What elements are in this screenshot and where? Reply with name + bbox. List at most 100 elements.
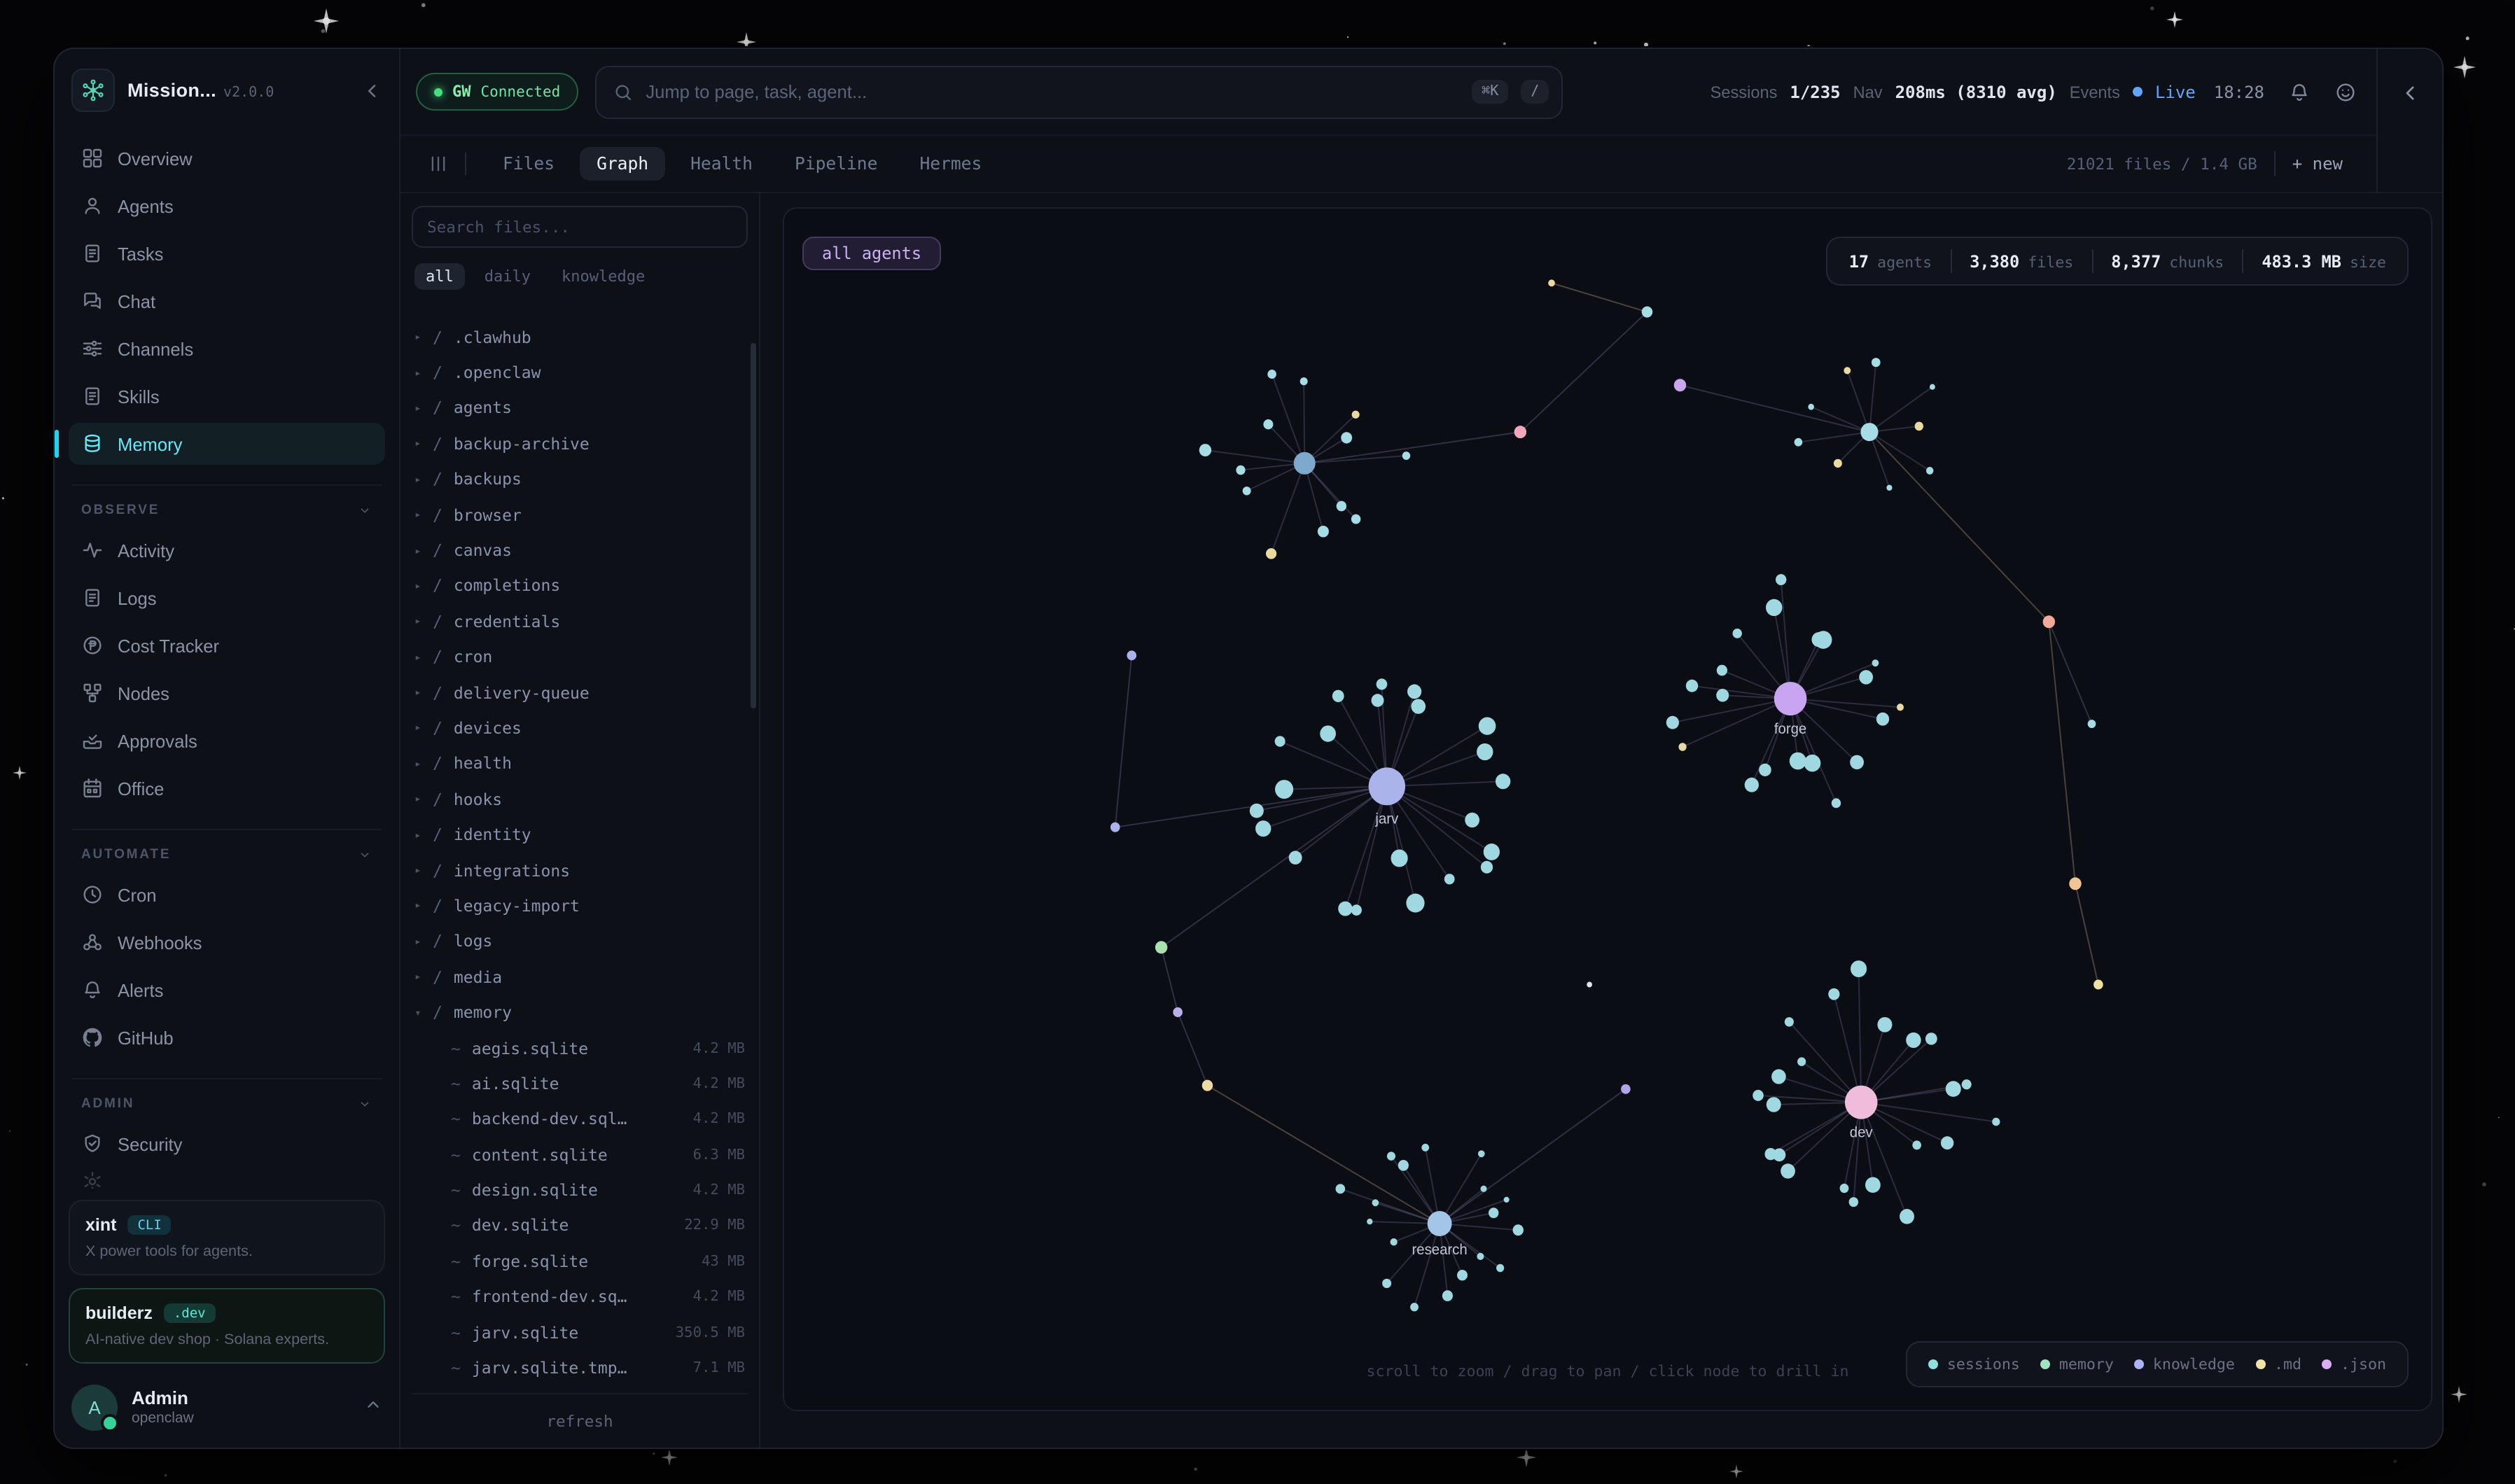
sidebar-item-skills[interactable]: Skills <box>69 375 385 417</box>
notifications-bell-button[interactable] <box>2288 80 2311 103</box>
tab-hermes[interactable]: Hermes <box>903 147 998 181</box>
gateway-status-badge[interactable]: GW Connected <box>416 73 578 111</box>
tree-file-aegis-sqlite[interactable]: ~aegis.sqlite4.2 MB <box>414 1030 745 1066</box>
tree-file-ai-sqlite[interactable]: ~ai.sqlite4.2 MB <box>414 1065 745 1101</box>
sidebar-item-cron[interactable]: Cron <box>69 874 385 916</box>
sidebar-item-security[interactable]: Security <box>69 1123 385 1165</box>
graph-node[interactable] <box>1127 650 1136 660</box>
tree-dir-backup-archive[interactable]: ▸/backup-archive <box>414 426 745 461</box>
file-name: frontend-dev.sq… <box>472 1287 627 1306</box>
tree-file-forge-sqlite[interactable]: ~forge.sqlite43 MB <box>414 1243 745 1279</box>
sidebar-item-tasks[interactable]: Tasks <box>69 232 385 274</box>
sidebar-item-label: Security <box>118 1133 182 1154</box>
tab-graph[interactable]: Graph <box>580 147 665 181</box>
graph-node[interactable] <box>1173 1007 1183 1017</box>
graph-node[interactable] <box>1514 426 1526 438</box>
sidebar-section-automate[interactable]: AUTOMATE <box>71 829 382 862</box>
graph-node[interactable] <box>1587 982 1592 988</box>
tree-dir-credentials[interactable]: ▸/credentials <box>414 603 745 639</box>
tree-dir-clawhub[interactable]: ▸/.clawhub <box>414 319 745 355</box>
tree-dir-media[interactable]: ▸/media <box>414 959 745 995</box>
graph-canvas[interactable]: jarvforgedevresearch all agents 17agents… <box>783 207 2432 1411</box>
graph-node[interactable] <box>1548 279 1555 286</box>
sidebar-item-chat[interactable]: Chat <box>69 280 385 322</box>
tree-dir-cron[interactable]: ▸/cron <box>414 639 745 675</box>
tree-file-frontend-dev-sq[interactable]: ~frontend-dev.sq…4.2 MB <box>414 1279 745 1315</box>
graph-hub-research[interactable] <box>1428 1211 1452 1236</box>
sidebar-item-webhooks[interactable]: Webhooks <box>69 921 385 963</box>
tab-pipeline[interactable]: Pipeline <box>778 147 894 181</box>
filetree-search-input[interactable]: Search files... <box>412 206 748 248</box>
graph-node[interactable] <box>2043 615 2055 628</box>
new-button[interactable]: + new <box>2292 154 2343 174</box>
graph-hub-forge[interactable] <box>1774 682 1807 715</box>
filter-chip-daily[interactable]: daily <box>473 263 542 290</box>
tree-dir-memory[interactable]: ▾/memory <box>414 995 745 1030</box>
graph-node[interactable] <box>1202 1080 1213 1091</box>
feedback-smiley-button[interactable] <box>2334 80 2357 103</box>
sidebar-item-approvals[interactable]: Approvals <box>69 720 385 762</box>
sidebar-section-admin[interactable]: ADMIN <box>71 1078 382 1112</box>
sidebar-item-memory[interactable]: Memory <box>69 423 385 465</box>
promo-card-builderz[interactable]: builderz .dev AI-native dev shop · Solan… <box>69 1288 385 1364</box>
tree-file-backend-dev-sql[interactable]: ~backend-dev.sql…4.2 MB <box>414 1101 745 1137</box>
tree-file-design-sqlite[interactable]: ~design.sqlite4.2 MB <box>414 1172 745 1208</box>
tree-dir-browser[interactable]: ▸/browser <box>414 497 745 533</box>
filter-chip-knowledge[interactable]: knowledge <box>550 263 656 290</box>
tree-dir-identity[interactable]: ▸/identity <box>414 817 745 853</box>
graph-hub-cluster[interactable] <box>1294 452 1316 475</box>
tree-dir-integrations[interactable]: ▸/integrations <box>414 853 745 888</box>
agents-filter-chip[interactable]: all agents <box>802 237 941 270</box>
sidebar-collapse-button[interactable] <box>363 80 382 100</box>
tree-dir-logs[interactable]: ▸/logs <box>414 923 745 959</box>
filetree-scrollbar[interactable] <box>751 343 756 708</box>
tree-file-jarv-sqlite-tmp[interactable]: ~jarv.sqlite.tmp…7.1 MB <box>414 1350 745 1386</box>
tree-dir-backups[interactable]: ▸/backups <box>414 461 745 497</box>
graph-node[interactable] <box>1674 379 1686 391</box>
graph-node[interactable] <box>1642 307 1653 318</box>
graph-node[interactable] <box>2069 877 2081 890</box>
tree-dir-legacy-import[interactable]: ▸/legacy-import <box>414 888 745 924</box>
tree-dir-health[interactable]: ▸/health <box>414 746 745 781</box>
sidebar-item-github[interactable]: GitHub <box>69 1016 385 1058</box>
agent-graph[interactable]: jarvforgedevresearch <box>784 209 2431 1410</box>
sidebar-item-office[interactable]: Office <box>69 767 385 809</box>
graph-node[interactable] <box>1110 822 1120 832</box>
tab-files[interactable]: Files <box>486 147 571 181</box>
sidebar-item-alerts[interactable]: Alerts <box>69 969 385 1011</box>
filter-chip-all[interactable]: all <box>414 263 465 290</box>
tree-file-jarv-sqlite[interactable]: ~jarv.sqlite350.5 MB <box>414 1315 745 1350</box>
refresh-button[interactable]: refresh <box>412 1393 748 1448</box>
sidebar-item-partial[interactable] <box>69 1170 385 1189</box>
sidebar-item-channels[interactable]: Channels <box>69 328 385 370</box>
graph-hub-jarv[interactable] <box>1369 767 1405 805</box>
graph-hub-dev[interactable] <box>1845 1086 1878 1119</box>
user-menu[interactable]: A Admin openclaw <box>69 1382 385 1431</box>
promo-card-xint[interactable]: xint CLI X power tools for agents. <box>69 1200 385 1275</box>
sidebar-item-overview[interactable]: Overview <box>69 137 385 179</box>
tab-health[interactable]: Health <box>674 147 769 181</box>
tree-dir-openclaw[interactable]: ▸/.openclaw <box>414 355 745 391</box>
graph-node[interactable] <box>1155 941 1167 953</box>
tree-dir-completions[interactable]: ▸/completions <box>414 568 745 603</box>
sidebar-item-cost-tracker[interactable]: Cost Tracker <box>69 624 385 666</box>
sidebar-item-agents[interactable]: Agents <box>69 185 385 227</box>
graph-node[interactable] <box>1621 1084 1631 1094</box>
sidebar-section-observe[interactable]: OBSERVE <box>71 484 382 518</box>
sidebar-item-nodes[interactable]: Nodes <box>69 672 385 714</box>
columns-icon[interactable] <box>429 154 448 174</box>
tree-dir-devices[interactable]: ▸/devices <box>414 710 745 746</box>
tree-dir-hooks[interactable]: ▸/hooks <box>414 781 745 817</box>
sidebar-item-logs[interactable]: Logs <box>69 577 385 619</box>
graph-node[interactable] <box>2093 980 2103 990</box>
graph-hub-cluster[interactable] <box>1860 423 1878 441</box>
tree-file-content-sqlite[interactable]: ~content.sqlite6.3 MB <box>414 1137 745 1172</box>
sidebar-item-activity[interactable]: Activity <box>69 529 385 571</box>
tree-dir-canvas[interactable]: ▸/canvas <box>414 533 745 568</box>
tree-dir-agents[interactable]: ▸/agents <box>414 391 745 426</box>
graph-node[interactable] <box>2088 720 2096 728</box>
right-panel-collapse[interactable] <box>2376 49 2442 192</box>
global-search-input[interactable]: Jump to page, task, agent... ⌘K / <box>595 65 1563 118</box>
tree-file-dev-sqlite[interactable]: ~dev.sqlite22.9 MB <box>414 1208 745 1244</box>
tree-dir-delivery-queue[interactable]: ▸/delivery-queue <box>414 675 745 710</box>
